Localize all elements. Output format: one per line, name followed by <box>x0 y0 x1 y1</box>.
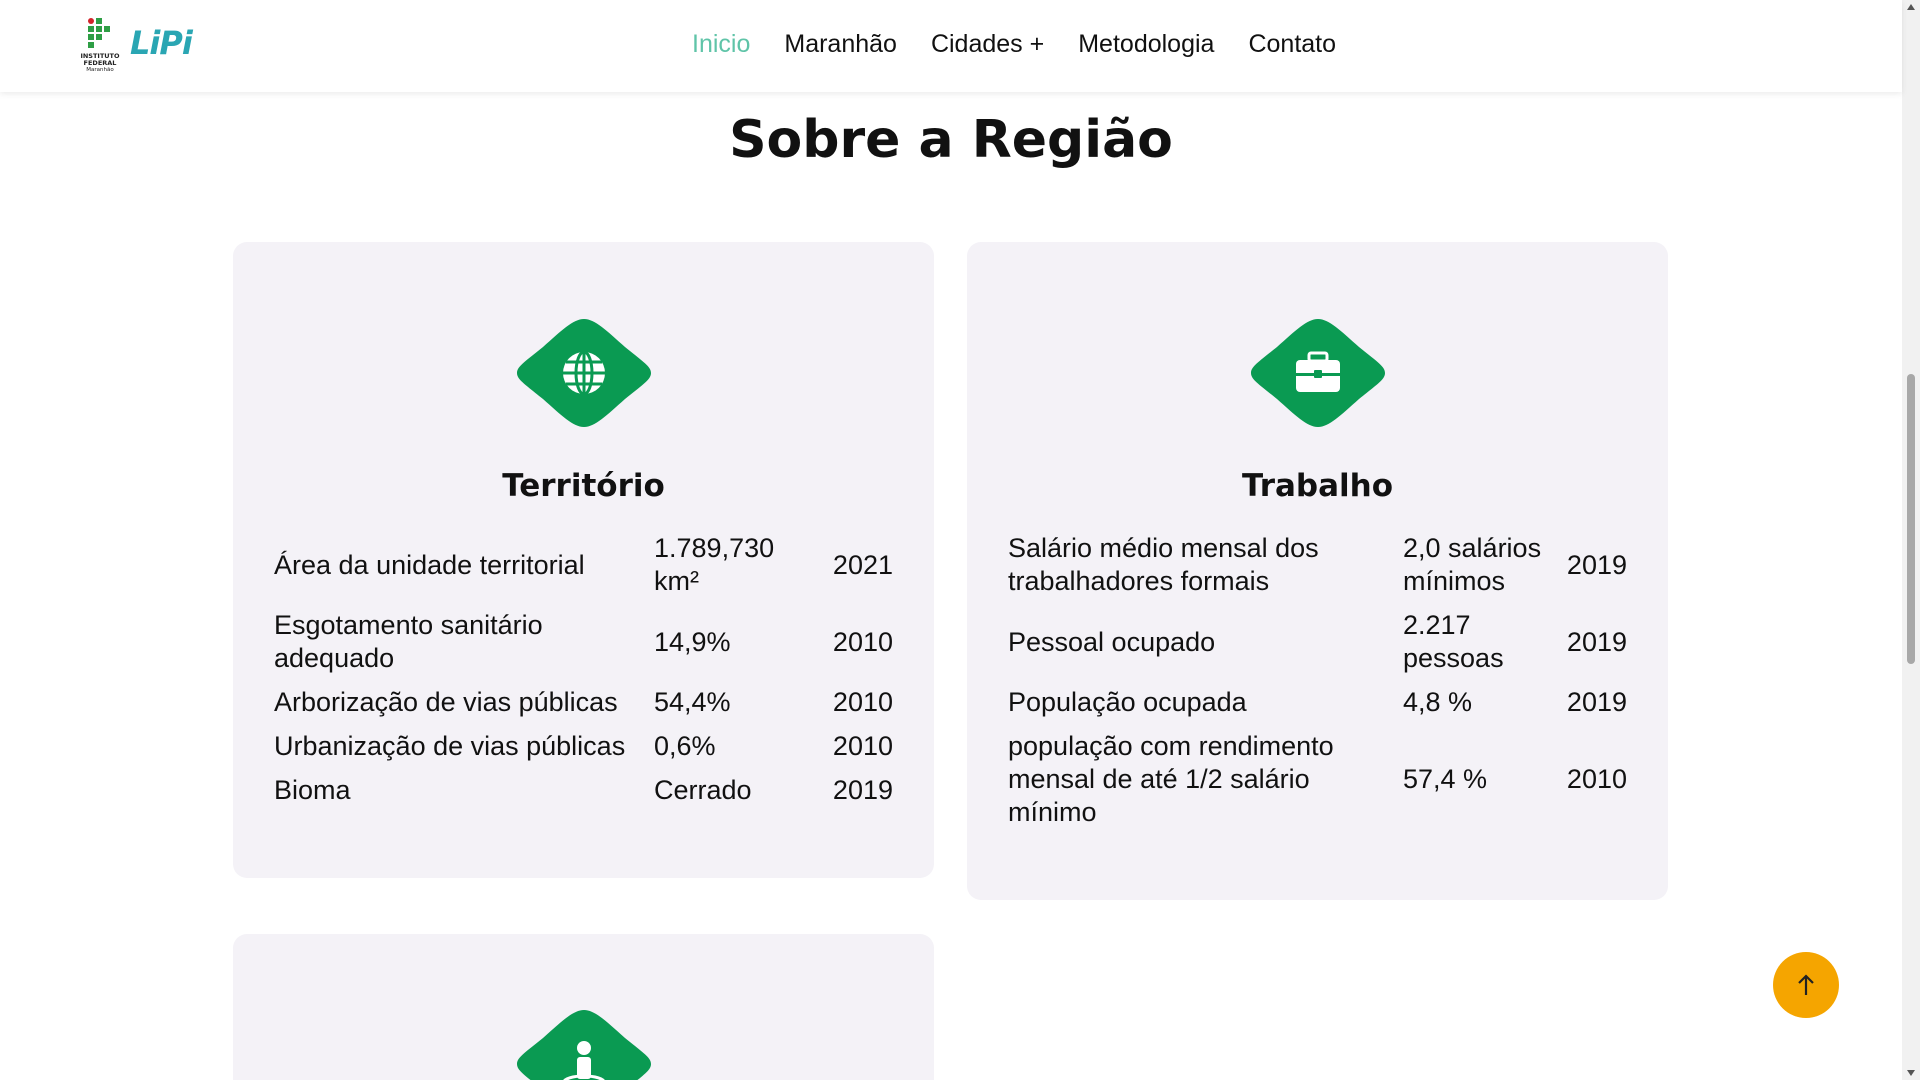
stat-row: Salário médio mensal dos trabalhadores f… <box>1008 532 1627 598</box>
stat-label: Bioma <box>274 775 351 805</box>
stat-value: 57,4 % <box>1403 764 1488 794</box>
nav-item-contato[interactable]: Contato <box>1248 30 1336 59</box>
stat-value: 4,8 % <box>1403 687 1473 717</box>
stat-value: Cerrado <box>654 775 752 805</box>
back-to-top-button[interactable] <box>1773 952 1839 1018</box>
stat-row: Pessoal ocupado 2.217 pessoas 2019 <box>1008 609 1627 675</box>
if-logo-text: INSTITUTO FEDERAL Maranhão <box>80 52 120 74</box>
page-title: Sobre a Região <box>729 110 1173 170</box>
stat-row: Área da unidade territorial 1.789,730 km… <box>274 532 893 598</box>
stat-year: 2010 <box>1566 764 1627 794</box>
stat-label: Salário médio mensal dos trabalhadores f… <box>1008 533 1319 596</box>
briefcase-icon <box>1249 317 1387 429</box>
person-pin-icon <box>515 1008 653 1080</box>
stat-row: Urbanização de vias públicas 0,6% 2010 <box>274 730 893 763</box>
stat-year: 2019 <box>1566 687 1627 717</box>
stat-label: Pessoal ocupado <box>1008 626 1216 657</box>
scroll-up-arrow-icon[interactable] <box>1907 4 1915 10</box>
stat-label: Área da unidade territorial <box>274 549 585 580</box>
nav-item-maranhao[interactable]: Maranhão <box>784 30 897 59</box>
stat-value: 0,6% <box>654 731 716 761</box>
stat-year: 2010 <box>832 687 893 717</box>
stat-value: 2,0 salários mínimos <box>1403 533 1542 596</box>
site-header: INSTITUTO FEDERAL Maranhão LiPi Inicio M… <box>0 0 1902 92</box>
stat-value: 2.217 pessoas <box>1403 610 1504 673</box>
stat-year: 2019 <box>832 775 893 805</box>
stat-year: 2010 <box>832 731 893 761</box>
stat-row: população com rendimento mensal de até 1… <box>1008 730 1627 829</box>
instituto-federal-logo: INSTITUTO FEDERAL Maranhão <box>74 18 126 76</box>
stat-label: população com rendimento mensal de até 1… <box>1008 731 1334 827</box>
stat-value: 54,4% <box>654 687 731 717</box>
nav-item-cidades[interactable]: Cidades + <box>931 30 1044 59</box>
stat-label: População ocupada <box>1008 687 1247 717</box>
card-title: Trabalho <box>1241 468 1394 504</box>
stat-year: 2019 <box>1566 549 1627 580</box>
globe-icon <box>515 317 653 429</box>
nav-item-inicio[interactable]: Inicio <box>692 30 750 59</box>
nav-item-metodologia[interactable]: Metodologia <box>1078 30 1214 59</box>
stat-row: Esgotamento sanitário adequado 14,9% 201… <box>274 609 893 675</box>
stat-value: 1.789,730 km² <box>654 533 775 596</box>
stat-label: Arborização de vias públicas <box>274 687 618 717</box>
scroll-down-arrow-icon[interactable] <box>1907 1070 1915 1076</box>
territorio-card: Território Área da unidade territorial 1… <box>233 242 934 878</box>
stat-label: Urbanização de vias públicas <box>274 731 626 761</box>
scroll-thumb[interactable] <box>1907 374 1915 664</box>
stat-label: Esgotamento sanitário adequado <box>274 610 543 673</box>
stat-year: 2019 <box>1566 626 1627 657</box>
page-scrollbar[interactable] <box>1902 0 1920 1080</box>
stat-year: 2010 <box>832 626 893 657</box>
third-card <box>233 934 934 1080</box>
site-logo[interactable]: INSTITUTO FEDERAL Maranhão LiPi <box>74 18 204 76</box>
card-title: Território <box>502 468 665 504</box>
if-logo-mark <box>88 18 110 52</box>
stat-row: Arborização de vias públicas 54,4% 2010 <box>274 686 893 719</box>
stat-value: 14,9% <box>654 626 731 657</box>
trabalho-card: Trabalho Salário médio mensal dos trabal… <box>967 242 1668 900</box>
lipi-logo: LiPi <box>130 24 193 62</box>
main-nav: Inicio Maranhão Cidades + Metodologia Co… <box>692 30 1336 59</box>
arrow-up-icon <box>1798 974 1814 995</box>
stat-row: População ocupada 4,8 % 2019 <box>1008 686 1627 719</box>
stat-row: Bioma Cerrado 2019 <box>274 774 893 807</box>
stat-year: 2021 <box>832 549 893 580</box>
